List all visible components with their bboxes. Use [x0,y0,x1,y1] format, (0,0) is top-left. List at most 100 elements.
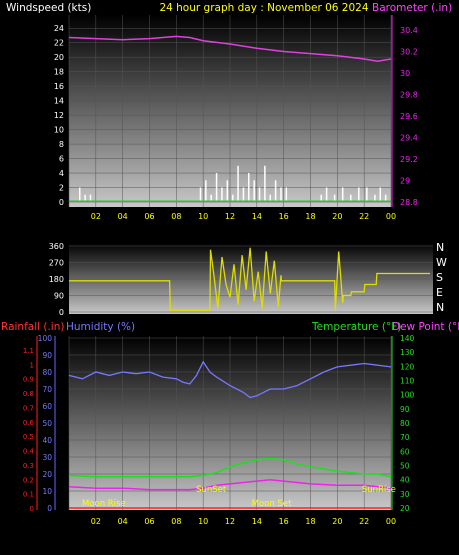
temp-tick-label: 80 [400,419,410,428]
graph-day-title: 24 hour graph day : November 06 2024 [159,2,368,14]
temp-tick-label: 90 [400,405,410,414]
wind-tick-label: 20 [54,53,64,62]
wind-tick-label: 2 [59,184,64,193]
baro-tick-label: 29 [400,177,410,186]
humidity-tick-label: 80 [42,368,52,377]
humidity-tick-label: 90 [42,351,52,360]
rain-tick-label: 1 [30,361,34,369]
time-tick-label: 16 [279,517,289,526]
wind-tick-label: 22 [54,39,64,48]
time-tick-label: 10 [198,517,208,526]
time-tick-label: 02 [91,517,101,526]
wind-tick-label: 0 [59,198,64,207]
rain-tick-label: 0.4 [23,448,35,456]
time-tick-label: 18 [305,517,315,526]
windspeed-title: Windspeed (kts) [6,2,91,14]
time-tick-label: 20 [332,517,342,526]
baro-tick-label: 29.6 [400,112,418,121]
temp-tick-label: 60 [400,447,410,456]
baro-tick-label: 29.2 [400,155,418,164]
humidity-tick-label: 100 [38,334,53,343]
wind-tick-label: 24 [54,24,64,33]
time-tick-label: 06 [144,212,154,221]
time-tick-label: 10 [198,212,208,221]
direction-tick-label: 0 [59,308,64,317]
time-tick-label: 00 [386,212,396,221]
weather-graph: Windspeed (kts) 24 hour graph day : Nove… [1,2,459,526]
compass-label: N [436,301,444,314]
rainfall-title: Rainfall (.in) [1,321,64,333]
rain-tick-label: 0.7 [23,404,34,412]
astro-event-label: SunSet [196,485,227,495]
time-tick-label: 02 [91,212,101,221]
time-tick-label: 08 [171,212,181,221]
humidity-tick-label: 50 [42,419,52,428]
humidity-title: Humidity (%) [66,321,135,333]
time-tick-label: 16 [279,212,289,221]
baro-tick-label: 30.2 [400,48,418,57]
time-tick-label: 20 [332,212,342,221]
wind-tick-label: 8 [59,140,64,149]
wind-tick-label: 4 [59,169,64,178]
rain-tick-label: 0 [30,505,34,513]
direction-tick-label: 90 [54,292,64,301]
wind-tick-label: 10 [54,126,64,135]
time-tick-label: 22 [359,212,369,221]
compass-label: E [436,286,443,299]
temp-tick-label: 20 [400,504,410,513]
rain-tick-label: 0.8 [23,390,34,398]
baro-tick-label: 28.8 [400,198,418,207]
temp-tick-label: 50 [400,462,410,471]
temp-tick-label: 100 [400,391,415,400]
time-tick-label: 06 [144,517,154,526]
temp-tick-label: 110 [400,377,415,386]
dewpoint-title: Dew Point (°F) [392,321,459,333]
astro-event-label: Moon Rise [82,499,126,509]
time-tick-label: 08 [171,517,181,526]
time-tick-label: 04 [118,212,128,221]
astro-event-label: SunRise [362,485,396,495]
temp-tick-label: 30 [400,490,410,499]
baro-tick-label: 29.8 [400,91,418,100]
time-tick-label: 18 [305,212,315,221]
rain-tick-label: 0.1 [23,491,34,499]
time-tick-label: 12 [225,517,235,526]
rain-tick-label: 0.9 [23,376,34,384]
rain-tick-label: 0.2 [23,476,34,484]
baro-tick-label: 29.4 [400,134,418,143]
wind-tick-label: 6 [59,155,64,164]
wind-tick-label: 16 [54,82,64,91]
rain-tick-label: 1.1 [23,347,34,355]
time-tick-label: 04 [118,517,128,526]
baro-tick-label: 30.4 [400,26,418,35]
compass-label: N [436,241,444,254]
direction-tick-label: 180 [49,275,64,284]
temp-tick-label: 120 [400,362,415,371]
humidity-tick-label: 30 [42,453,52,462]
compass-label: S [436,271,443,284]
time-tick-label: 00 [386,517,396,526]
temp-tick-label: 130 [400,348,415,357]
humidity-tick-label: 10 [42,487,52,496]
humidity-tick-label: 0 [47,504,52,513]
humidity-tick-label: 20 [42,470,52,479]
wind-tick-label: 18 [54,68,64,77]
time-tick-label: 12 [225,212,235,221]
wind-tick-label: 14 [54,97,64,106]
direction-tick-label: 270 [49,259,64,268]
temp-tick-label: 40 [400,476,410,485]
humidity-tick-label: 40 [42,436,52,445]
rain-tick-label: 0.3 [23,462,34,470]
barometer-title: Barometer (.in) [372,2,452,14]
temperature-title: Temperature (°F) [311,321,401,333]
time-tick-label: 14 [252,212,262,221]
temp-tick-label: 70 [400,433,410,442]
time-tick-label: 22 [359,517,369,526]
compass-label: W [436,256,447,269]
wind-tick-label: 12 [54,111,64,120]
rain-tick-label: 0.6 [23,419,35,427]
baro-tick-label: 30 [400,69,410,78]
humidity-tick-label: 60 [42,402,52,411]
astro-event-label: Moon Set [252,499,292,509]
time-tick-label: 14 [252,517,262,526]
